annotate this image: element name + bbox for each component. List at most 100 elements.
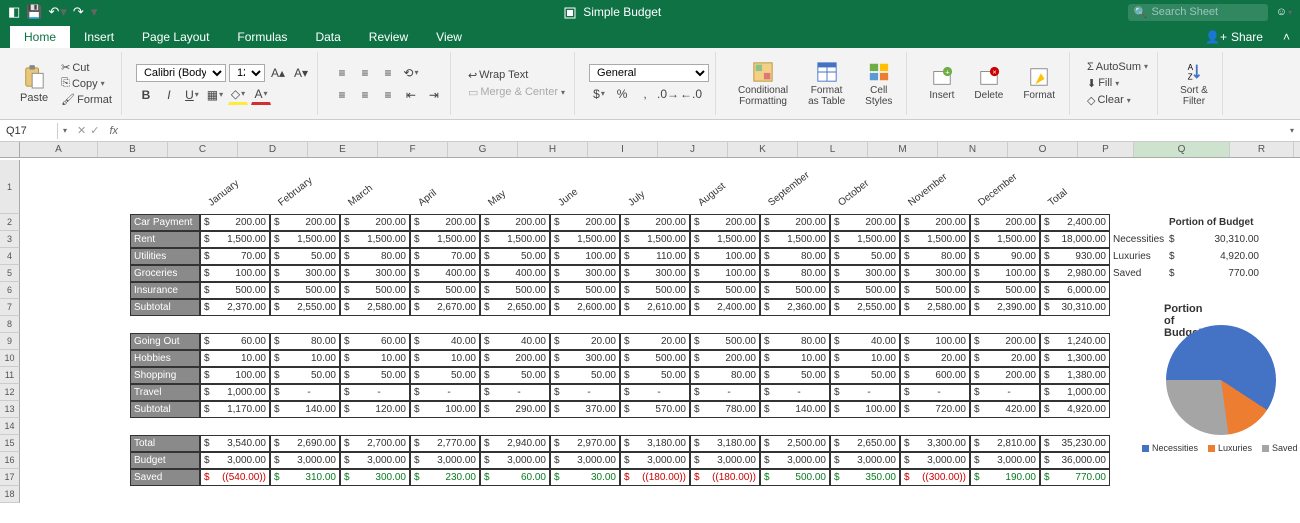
cell[interactable]: $2,700.00 [340, 435, 410, 452]
cell-styles-button[interactable]: Cell Styles [857, 59, 900, 109]
cell[interactable]: $200.00 [690, 350, 760, 367]
cell[interactable]: Budget [130, 452, 200, 469]
cell[interactable]: Hobbies [130, 350, 200, 367]
cell[interactable]: $3,000.00 [200, 452, 270, 469]
undo-icon[interactable]: ↶▾ [48, 4, 66, 20]
cell[interactable]: $3,000.00 [620, 452, 690, 469]
accept-formula-icon[interactable]: ✓ [90, 124, 99, 137]
cell[interactable]: $290.00 [480, 401, 550, 418]
cell[interactable]: $1,500.00 [270, 231, 340, 248]
tab-data[interactable]: Data [301, 26, 354, 48]
cell[interactable]: $300.00 [830, 265, 900, 282]
cell[interactable]: $50.00 [480, 367, 550, 384]
tab-page-layout[interactable]: Page Layout [128, 26, 223, 48]
cell[interactable]: $1,500.00 [550, 231, 620, 248]
cell[interactable]: $50.00 [410, 367, 480, 384]
column-header[interactable]: K [728, 142, 798, 157]
cell[interactable]: $3,180.00 [620, 435, 690, 452]
cell[interactable]: $100.00 [830, 401, 900, 418]
cell[interactable]: $- [970, 384, 1040, 401]
cell[interactable]: $400.00 [480, 265, 550, 282]
cell[interactable]: Saved [1110, 265, 1166, 282]
name-box[interactable]: Q17 [0, 123, 58, 139]
row-header[interactable]: 6 [0, 282, 20, 299]
cell[interactable]: $10.00 [410, 350, 480, 367]
user-icon[interactable]: ☺▾ [1276, 6, 1292, 18]
cell[interactable]: $200.00 [690, 214, 760, 231]
cell[interactable]: $20.00 [620, 333, 690, 350]
cell[interactable]: $30,310.00 [1166, 231, 1262, 248]
row-header[interactable]: 4 [0, 248, 20, 265]
insert-cells-button[interactable]: +Insert [921, 64, 962, 103]
cell[interactable]: $2,400.00 [1040, 214, 1110, 231]
currency-icon[interactable]: $▾ [589, 84, 609, 104]
cell[interactable]: $1,240.00 [1040, 333, 1110, 350]
cell[interactable]: $2,770.00 [410, 435, 480, 452]
cell[interactable]: $100.00 [200, 367, 270, 384]
cell[interactable]: $2,370.00 [200, 299, 270, 316]
cell[interactable]: $90.00 [970, 248, 1040, 265]
row-header[interactable]: 5 [0, 265, 20, 282]
cell[interactable]: $- [270, 384, 340, 401]
cell[interactable]: $100.00 [900, 333, 970, 350]
cell[interactable]: $3,000.00 [550, 452, 620, 469]
align-right-icon[interactable]: ≡ [378, 85, 398, 105]
cell[interactable]: $300.00 [550, 350, 620, 367]
spreadsheet-grid[interactable]: ABCDEFGHIJKLMNOPQR 123456789101112131415… [0, 142, 1300, 521]
comma-icon[interactable]: , [635, 84, 655, 104]
number-format-select[interactable]: General [589, 64, 709, 82]
cell[interactable]: $300.00 [900, 265, 970, 282]
column-header[interactable]: G [448, 142, 518, 157]
redo-icon[interactable]: ↷ [73, 4, 84, 20]
cell[interactable]: $1,500.00 [340, 231, 410, 248]
cell[interactable]: $500.00 [760, 282, 830, 299]
cell[interactable]: $20.00 [970, 350, 1040, 367]
cell[interactable]: $500.00 [620, 282, 690, 299]
cell[interactable]: $3,000.00 [270, 452, 340, 469]
align-bottom-icon[interactable]: ≡ [378, 63, 398, 83]
cell[interactable]: $2,670.00 [410, 299, 480, 316]
cell[interactable]: $500.00 [480, 282, 550, 299]
cell[interactable]: $200.00 [340, 214, 410, 231]
cell[interactable]: $2,610.00 [620, 299, 690, 316]
cell[interactable]: $(180.00) [690, 469, 760, 486]
cell[interactable]: $80.00 [340, 248, 410, 265]
column-header[interactable]: D [238, 142, 308, 157]
tab-insert[interactable]: Insert [70, 26, 128, 48]
cell[interactable]: Shopping [130, 367, 200, 384]
cell[interactable]: $2,600.00 [550, 299, 620, 316]
cell[interactable]: $40.00 [830, 333, 900, 350]
cell[interactable]: $(300.00) [900, 469, 970, 486]
cell[interactable]: $2,580.00 [340, 299, 410, 316]
format-cells-button[interactable]: Format [1015, 64, 1063, 103]
cell[interactable]: $2,810.00 [970, 435, 1040, 452]
cell[interactable]: $50.00 [550, 367, 620, 384]
font-family-select[interactable]: Calibri (Body) [136, 64, 226, 82]
cell[interactable]: $- [410, 384, 480, 401]
fill-button[interactable]: ⬇ Fill ▾ [1084, 76, 1151, 91]
increase-indent-icon[interactable]: ⇥ [424, 85, 444, 105]
cell[interactable]: $200.00 [480, 214, 550, 231]
cell[interactable]: $1,500.00 [690, 231, 760, 248]
cell[interactable]: Total [130, 435, 200, 452]
column-header[interactable]: J [658, 142, 728, 157]
cell[interactable]: $200.00 [760, 214, 830, 231]
cell[interactable]: $80.00 [760, 248, 830, 265]
cell[interactable]: $10.00 [760, 350, 830, 367]
cell[interactable]: $2,650.00 [480, 299, 550, 316]
formula-input[interactable] [122, 123, 1283, 139]
cell[interactable]: $50.00 [760, 367, 830, 384]
cell[interactable]: $2,360.00 [760, 299, 830, 316]
cell[interactable]: $80.00 [760, 333, 830, 350]
bold-button[interactable]: B [136, 85, 156, 105]
row-header[interactable]: 10 [0, 350, 20, 367]
cell[interactable]: $1,500.00 [200, 231, 270, 248]
cell[interactable]: $3,000.00 [480, 452, 550, 469]
row-header[interactable]: 12 [0, 384, 20, 401]
cell[interactable]: $200.00 [970, 367, 1040, 384]
decrease-font-icon[interactable]: A▾ [291, 63, 311, 83]
cell[interactable]: $20.00 [900, 350, 970, 367]
cell[interactable]: $930.00 [1040, 248, 1110, 265]
cell[interactable]: $400.00 [410, 265, 480, 282]
column-header[interactable]: N [938, 142, 1008, 157]
